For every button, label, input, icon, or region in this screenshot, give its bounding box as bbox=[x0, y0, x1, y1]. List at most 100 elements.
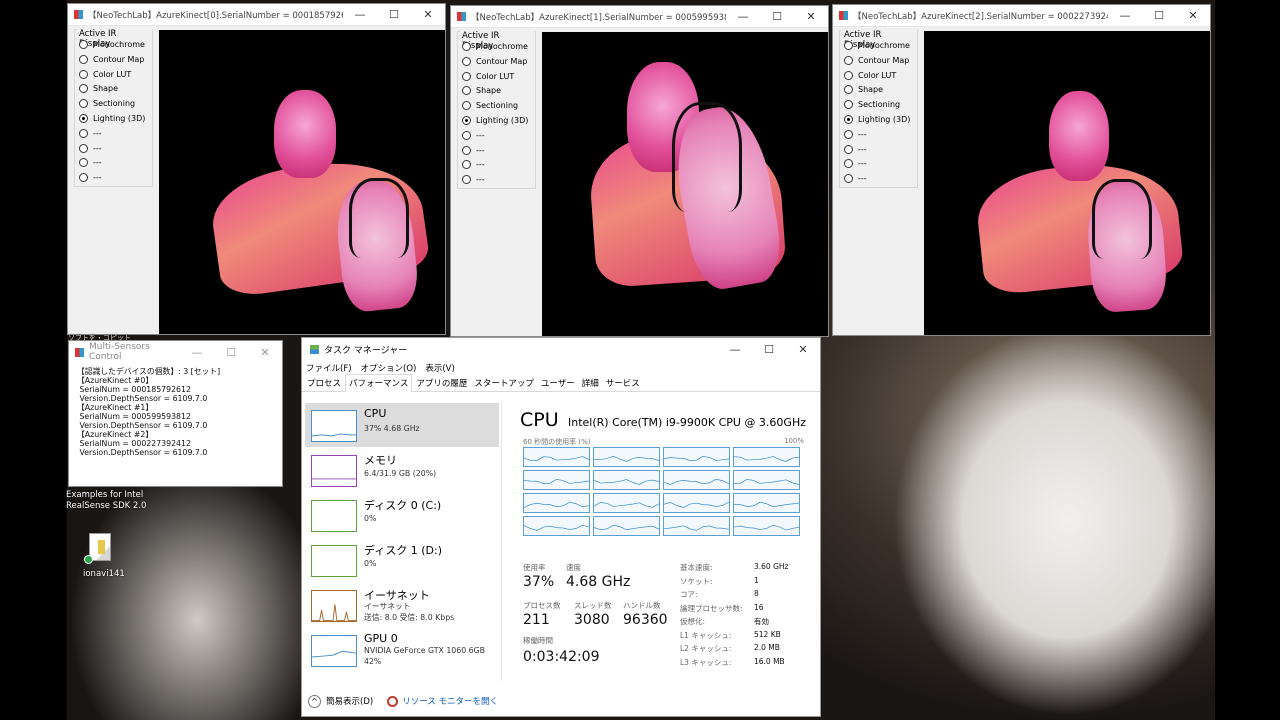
radio-dot[interactable] bbox=[844, 70, 853, 80]
radio-dot[interactable] bbox=[844, 41, 853, 50]
resource-gpu-0[interactable]: GPU 0 NVIDIA GeForce GTX 1060 6GB 42% bbox=[305, 628, 499, 672]
radio-dot[interactable] bbox=[462, 86, 471, 96]
radio-dot[interactable] bbox=[79, 99, 88, 109]
radio-dot[interactable] bbox=[462, 71, 471, 81]
minimize-button[interactable]: — bbox=[180, 346, 214, 359]
minimize-button[interactable]: — bbox=[726, 10, 760, 23]
ir-option-radio[interactable]: Shape bbox=[462, 86, 501, 96]
ir-option-radio[interactable]: Sectioning bbox=[462, 101, 518, 111]
ir-option-radio[interactable]: Sectioning bbox=[844, 100, 900, 110]
ir-option-radio[interactable]: Contour Map bbox=[462, 56, 527, 66]
maximize-button[interactable]: ☐ bbox=[214, 346, 248, 359]
resource-disk-1[interactable]: ディスク 1 (D:) 0% bbox=[305, 538, 499, 582]
radio-dot[interactable] bbox=[79, 114, 88, 123]
ir-option-radio[interactable]: Sectioning bbox=[79, 99, 135, 109]
radio-dot[interactable] bbox=[462, 145, 471, 155]
radio-dot[interactable] bbox=[844, 174, 853, 184]
radio-dot[interactable] bbox=[79, 84, 88, 94]
desktop-shortcut-label[interactable]: Examples for Intel RealSense SDK 2.0 bbox=[66, 490, 146, 512]
tab-startup[interactable]: スタートアップ bbox=[471, 375, 537, 391]
title-bar[interactable]: 【NeoTechLab】AzureKinect[2].SerialNumber … bbox=[833, 5, 1210, 27]
maximize-button[interactable]: ☐ bbox=[1142, 9, 1176, 22]
ir-option-radio[interactable]: --- bbox=[79, 143, 102, 153]
ir-option-radio[interactable]: Monochrome bbox=[844, 41, 910, 50]
less-details-button[interactable]: 簡易表示(D) bbox=[326, 695, 373, 707]
ir-option-radio[interactable]: --- bbox=[844, 159, 867, 169]
ir-option-radio[interactable]: --- bbox=[844, 129, 867, 139]
ir-option-radio[interactable]: Lighting (3D) bbox=[844, 115, 910, 124]
ir-option-radio[interactable]: Lighting (3D) bbox=[462, 116, 528, 125]
close-button[interactable]: ✕ bbox=[248, 346, 282, 359]
chevron-up-icon[interactable]: ^ bbox=[308, 694, 321, 708]
kinect-window-2[interactable]: 【NeoTechLab】AzureKinect[2].SerialNumber … bbox=[832, 4, 1211, 336]
close-button[interactable]: ✕ bbox=[794, 10, 828, 23]
radio-dot[interactable] bbox=[462, 130, 471, 140]
tab-processes[interactable]: プロセス bbox=[304, 375, 344, 391]
ir-option-radio[interactable]: Lighting (3D) bbox=[79, 114, 145, 123]
tab-details[interactable]: 詳細 bbox=[579, 375, 602, 391]
resource-ethernet[interactable]: イーサネット イーサネット 送信: 8.0 受信: 8.0 Kbps bbox=[305, 583, 499, 627]
radio-dot[interactable] bbox=[844, 85, 853, 95]
ir-option-radio[interactable]: Contour Map bbox=[79, 54, 144, 64]
resource-cpu[interactable]: CPU 37% 4.68 GHz bbox=[305, 403, 499, 447]
radio-dot[interactable] bbox=[844, 55, 853, 65]
ir-option-radio[interactable]: --- bbox=[844, 144, 867, 154]
close-button[interactable]: ✕ bbox=[411, 8, 445, 21]
tab-services[interactable]: サービス bbox=[603, 375, 643, 391]
maximize-button[interactable]: ☐ bbox=[377, 8, 411, 21]
ir-option-radio[interactable]: Monochrome bbox=[79, 40, 145, 49]
ir-option-radio[interactable]: Color LUT bbox=[844, 70, 896, 80]
radio-dot[interactable] bbox=[462, 175, 471, 185]
ir-option-radio[interactable]: Contour Map bbox=[844, 55, 909, 65]
radio-dot[interactable] bbox=[79, 69, 88, 79]
close-button[interactable]: ✕ bbox=[1176, 9, 1210, 22]
radio-dot[interactable] bbox=[462, 101, 471, 111]
ir-option-radio[interactable]: Monochrome bbox=[462, 42, 528, 51]
kinect-window-1[interactable]: 【NeoTechLab】AzureKinect[1].SerialNumber … bbox=[450, 5, 829, 337]
menu-options[interactable]: オプション(O) bbox=[361, 362, 417, 374]
ir-option-radio[interactable]: --- bbox=[462, 145, 485, 155]
close-button[interactable]: ✕ bbox=[786, 343, 820, 356]
ir-option-radio[interactable]: --- bbox=[79, 173, 102, 183]
file-icon-label[interactable]: ionavi141 bbox=[83, 569, 125, 580]
kinect-window-0[interactable]: 【NeoTechLab】AzureKinect[0].SerialNumber … bbox=[67, 3, 446, 335]
title-bar[interactable]: 【NeoTechLab】AzureKinect[0].SerialNumber … bbox=[68, 4, 445, 26]
radio-dot[interactable] bbox=[844, 159, 853, 169]
tab-app-history[interactable]: アプリの履歴 bbox=[413, 375, 470, 391]
radio-dot[interactable] bbox=[79, 173, 88, 183]
radio-dot[interactable] bbox=[79, 54, 88, 64]
ir-option-radio[interactable]: Color LUT bbox=[79, 69, 131, 79]
ir-option-radio[interactable]: Shape bbox=[844, 85, 883, 95]
title-bar[interactable]: 【NeoTechLab】AzureKinect[1].SerialNumber … bbox=[451, 6, 828, 28]
resource-disk-0[interactable]: ディスク 0 (C:) 0% bbox=[305, 493, 499, 537]
ir-option-radio[interactable]: --- bbox=[462, 160, 485, 170]
ir-option-radio[interactable]: --- bbox=[844, 174, 867, 184]
tab-performance[interactable]: パフォーマンス bbox=[345, 374, 413, 392]
task-manager-window[interactable]: タスク マネージャー — ☐ ✕ ファイル(F) オプション(O) 表示(V) … bbox=[301, 337, 821, 717]
minimize-button[interactable]: — bbox=[343, 8, 377, 21]
minimize-button[interactable]: — bbox=[718, 343, 752, 356]
radio-dot[interactable] bbox=[844, 144, 853, 154]
title-bar[interactable]: Multi-Sensors Control — ☐ ✕ bbox=[69, 341, 282, 363]
radio-dot[interactable] bbox=[844, 129, 853, 139]
radio-dot[interactable] bbox=[462, 42, 471, 51]
radio-dot[interactable] bbox=[79, 158, 88, 168]
ir-option-radio[interactable]: --- bbox=[462, 175, 485, 185]
resource-memory[interactable]: メモリ 6.4/31.9 GB (20%) bbox=[305, 448, 499, 492]
menu-view[interactable]: 表示(V) bbox=[425, 362, 454, 374]
ir-option-radio[interactable]: Color LUT bbox=[462, 71, 514, 81]
ir-option-radio[interactable]: Shape bbox=[79, 84, 118, 94]
maximize-button[interactable]: ☐ bbox=[760, 10, 794, 23]
resource-monitor-link[interactable]: リソース モニターを開く bbox=[402, 695, 498, 707]
minimize-button[interactable]: — bbox=[1108, 9, 1142, 22]
ir-option-radio[interactable]: --- bbox=[79, 158, 102, 168]
radio-dot[interactable] bbox=[844, 115, 853, 124]
menu-file[interactable]: ファイル(F) bbox=[306, 362, 352, 374]
ir-option-radio[interactable]: --- bbox=[79, 128, 102, 138]
radio-dot[interactable] bbox=[462, 56, 471, 66]
radio-dot[interactable] bbox=[462, 116, 471, 125]
multi-sensors-window[interactable]: Multi-Sensors Control — ☐ ✕ 【認識したデバイスの個数… bbox=[68, 340, 283, 487]
radio-dot[interactable] bbox=[844, 100, 853, 110]
radio-dot[interactable] bbox=[462, 160, 471, 170]
ir-option-radio[interactable]: --- bbox=[462, 130, 485, 140]
